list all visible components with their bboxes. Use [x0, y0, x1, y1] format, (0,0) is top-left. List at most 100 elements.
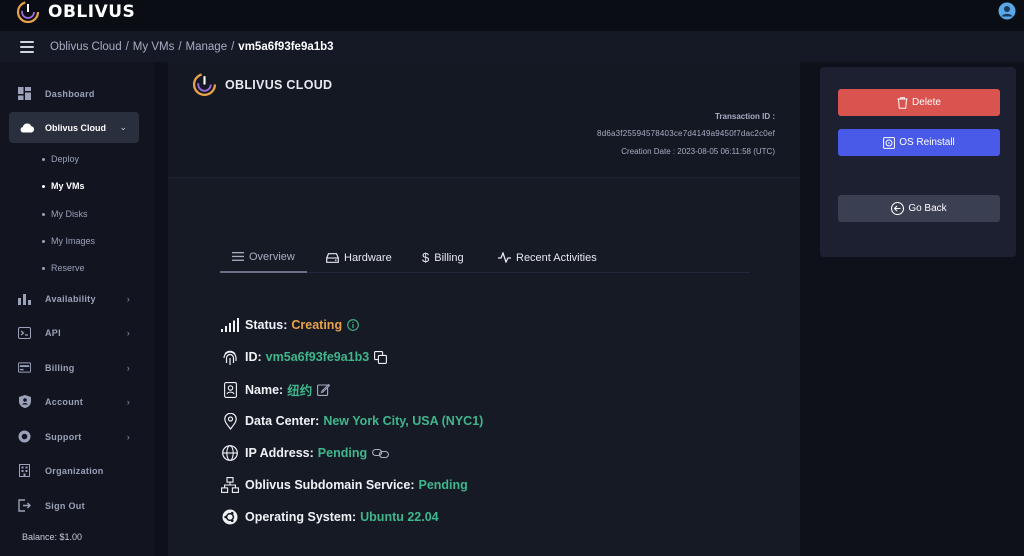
chevron-right-icon: ›	[126, 431, 130, 442]
network-icon	[220, 476, 240, 494]
support-icon	[18, 430, 31, 443]
sidebar-subitem-label: My Images	[51, 236, 96, 246]
data-center-value: New York City, USA (NYC1)	[323, 414, 484, 428]
ip-address-label: IP Address:	[245, 446, 314, 460]
sidebar-item-label: Sign Out	[45, 500, 85, 511]
sidebar-item-label: Organization	[45, 465, 104, 476]
tab-hardware[interactable]: Hardware	[326, 242, 392, 273]
sidebar-subitem-deploy[interactable]: Deploy	[42, 154, 79, 164]
data-center-row: Data Center: New York City, USA (NYC1)	[220, 412, 483, 430]
bar-chart-icon	[18, 292, 31, 305]
name-label: Name:	[245, 382, 284, 397]
breadcrumb-item[interactable]: Oblivus Cloud	[50, 41, 122, 53]
tab-label: Billing	[434, 251, 464, 264]
creation-date: Creation Date : 2023-08-05 06:11:58 (UTC…	[621, 147, 775, 156]
sidebar-item-billing[interactable]: Billing ›	[18, 361, 130, 374]
os-reinstall-button[interactable]: OS Reinstall	[838, 129, 1000, 156]
arrow-left-circle-icon	[891, 202, 905, 215]
billing-icon	[18, 361, 31, 374]
sidebar-subitem-label: My Disks	[51, 209, 88, 219]
sidebar-item-dashboard[interactable]: Dashboard	[18, 87, 130, 100]
fingerprint-icon	[220, 348, 240, 366]
breadcrumb-separator: /	[231, 40, 235, 53]
panel-header: OBLIVUS CLOUD Transaction ID : 8d6a3f255…	[168, 62, 800, 178]
oblivus-cloud-logo-icon	[192, 72, 217, 97]
activity-icon	[498, 252, 511, 263]
sidebar-item-api[interactable]: API ›	[18, 326, 130, 339]
panel-title: OBLIVUS CLOUD	[225, 78, 333, 92]
tab-label: Hardware	[344, 251, 392, 264]
ip-address-row: IP Address: Pending	[220, 444, 390, 462]
sidebar-item-availability[interactable]: Availability ›	[18, 292, 130, 305]
copy-icon[interactable]	[374, 350, 388, 364]
breadcrumb-current: vm5a6f93fe9a1b3	[238, 40, 334, 53]
sidebar-subitem-label: My VMs	[51, 181, 85, 191]
sidebar-item-label: Support	[45, 431, 82, 442]
dashboard-icon	[18, 87, 31, 100]
menu-toggle-icon[interactable]	[20, 40, 34, 53]
chevron-right-icon: ›	[126, 362, 130, 373]
tab-bar: Overview Hardware $ Billing Recent Activ…	[220, 242, 750, 273]
sidebar-subitem-my-disks[interactable]: My Disks	[42, 209, 88, 219]
sidebar-item-support[interactable]: Support ›	[18, 430, 130, 443]
subdomain-value: Pending	[418, 478, 468, 492]
tab-label: Recent Activities	[516, 251, 597, 264]
os-value: Ubuntu 22.04	[360, 510, 439, 524]
sidebar-item-oblivus-cloud[interactable]: Oblivus Cloud ⌄	[9, 112, 139, 143]
breadcrumb-bar: Oblivus Cloud / My VMs / Manage / vm5a6f…	[0, 31, 1024, 62]
os-reinstall-label: OS Reinstall	[899, 137, 955, 148]
sidebar-subitem-label: Deploy	[51, 154, 80, 164]
trash-icon	[897, 96, 908, 109]
info-icon[interactable]	[347, 319, 359, 331]
chevron-right-icon: ›	[126, 327, 130, 338]
tab-recent-activities[interactable]: Recent Activities	[498, 242, 597, 273]
sidebar-subitem-my-images[interactable]: My Images	[42, 236, 95, 246]
sidebar: Dashboard Oblivus Cloud ⌄ Deploy My VMs …	[0, 62, 154, 556]
transaction-id: 8d6a3f25594578403ce7d4149a9450f7dac2c0ef	[597, 129, 775, 138]
name-row: Name: 纽约	[220, 380, 331, 399]
go-back-button[interactable]: Go Back	[838, 195, 1000, 222]
os-label: Operating System:	[245, 510, 357, 524]
list-icon	[232, 252, 244, 261]
location-pin-icon	[220, 412, 240, 430]
status-label: Status:	[245, 318, 288, 332]
breadcrumb-separator: /	[125, 40, 129, 53]
sidebar-item-label: Oblivus Cloud	[45, 122, 107, 133]
building-icon	[18, 464, 31, 477]
tab-billing[interactable]: $ Billing	[422, 242, 464, 273]
subdomain-label: Oblivus Subdomain Service:	[245, 478, 415, 492]
id-badge-icon	[220, 381, 240, 399]
status-value: Creating	[291, 318, 343, 332]
sidebar-subitem-reserve[interactable]: Reserve	[42, 263, 85, 273]
sidebar-subitem-my-vms[interactable]: My VMs	[42, 181, 85, 191]
brand[interactable]: OBLIVUS	[16, 0, 135, 24]
user-avatar-icon[interactable]	[998, 2, 1016, 20]
sidebar-subitem-label: Reserve	[51, 263, 85, 273]
sidebar-item-organization[interactable]: Organization	[18, 464, 130, 477]
sign-out-icon	[18, 499, 31, 512]
sidebar-item-sign-out[interactable]: Sign Out	[18, 499, 130, 512]
ip-address-value: Pending	[317, 446, 368, 460]
tab-overview[interactable]: Overview	[220, 242, 307, 273]
delete-button[interactable]: Delete	[838, 89, 1000, 116]
sidebar-item-account[interactable]: Account ›	[18, 395, 130, 408]
terminal-icon	[18, 326, 31, 339]
breadcrumb-item[interactable]: My VMs	[133, 41, 175, 53]
id-label: ID:	[245, 350, 262, 364]
actions-panel: Delete OS Reinstall Go Back	[820, 67, 1016, 257]
id-value: vm5a6f93fe9a1b3	[265, 350, 370, 364]
cloud-icon	[19, 122, 35, 133]
chevron-right-icon: ›	[126, 396, 130, 407]
data-center-label: Data Center:	[245, 414, 320, 428]
brand-name: OBLIVUS	[48, 2, 136, 22]
globe-icon	[220, 444, 240, 462]
hard-drive-icon	[326, 252, 339, 263]
transaction-label: Transaction ID :	[714, 112, 775, 121]
edit-icon[interactable]	[317, 383, 331, 396]
sidebar-item-label: API	[45, 327, 61, 338]
link-icon[interactable]	[372, 448, 390, 459]
oblivus-logo-icon	[16, 0, 40, 24]
sidebar-item-label: Account	[45, 396, 84, 407]
breadcrumb-item[interactable]: Manage	[186, 41, 228, 53]
ubuntu-icon	[220, 508, 240, 526]
